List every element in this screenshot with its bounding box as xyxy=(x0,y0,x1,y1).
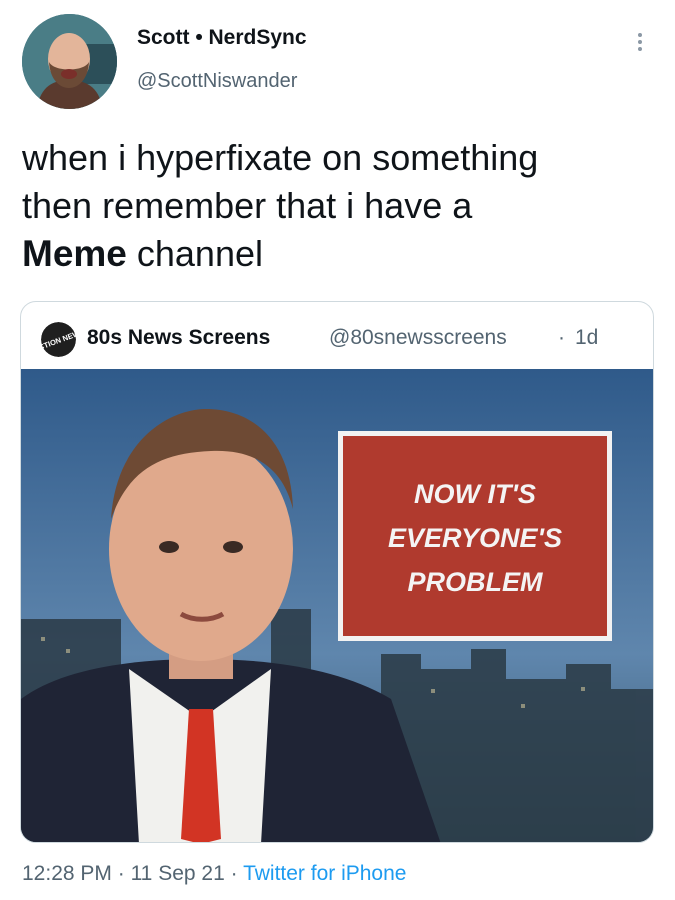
tweet-line-1: when i hyperfixate on something xyxy=(22,137,539,178)
quoted-handle[interactable]: @80snewsscreens xyxy=(329,326,507,350)
timestamp-separator: · xyxy=(230,862,244,885)
quoted-author-avatar[interactable]: ACTION NEWS xyxy=(41,322,76,357)
card-line-3: PROBLEM xyxy=(408,567,544,597)
quoted-tweet-header: ACTION NEWS 80s News Screens @80snewsscr… xyxy=(41,322,641,358)
quoted-separator: · xyxy=(558,326,565,349)
author-avatar[interactable] xyxy=(22,14,117,109)
tweet-source-link[interactable]: Twitter for iPhone xyxy=(243,862,406,885)
tweet-text: when i hyperfixate on something then rem… xyxy=(22,134,652,278)
tweet-line-2: then remember that i have a xyxy=(22,185,473,226)
card-line-1: NOW IT'S xyxy=(414,479,536,509)
more-options-icon[interactable] xyxy=(630,30,650,58)
author-handle[interactable]: @ScottNiswander xyxy=(137,70,297,93)
card-line-2: EVERYONE'S xyxy=(388,523,562,553)
quoted-time[interactable]: 1d xyxy=(575,326,598,350)
quoted-tweet-card[interactable]: ACTION NEWS 80s News Screens @80snewsscr… xyxy=(20,301,654,843)
author-avatar-image xyxy=(22,14,117,109)
timestamp-date[interactable]: 11 Sep 21 xyxy=(131,862,225,885)
tweet-bold-word: Meme xyxy=(22,233,127,274)
timestamp-separator: · xyxy=(117,862,131,885)
author-display-name[interactable]: Scott • NerdSync xyxy=(137,26,307,50)
timestamp-time[interactable]: 12:28 PM xyxy=(22,862,112,885)
tweet-line-3-rest: channel xyxy=(126,233,263,274)
tweet-timestamp: 12:28 PM · 11 Sep 21 · Twitter for iPhon… xyxy=(22,862,406,886)
tweet-line-3: Meme channel xyxy=(22,230,652,278)
quoted-display-name[interactable]: 80s News Screens xyxy=(87,326,270,350)
quoted-media-image[interactable]: NOW IT'S EVERYONE'S PROBLEM xyxy=(21,369,653,842)
